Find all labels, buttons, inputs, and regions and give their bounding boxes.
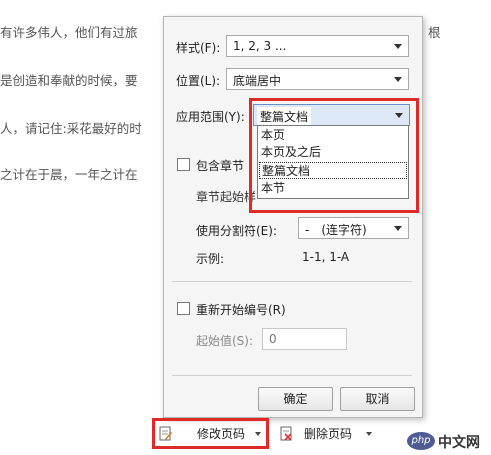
include-chapter-label: 包含章节 (196, 159, 245, 173)
style-value: 1, 2, 3 ... (233, 39, 287, 53)
start-value-text: 0 (269, 332, 277, 346)
style-combo[interactable]: 1, 2, 3 ... (226, 35, 409, 57)
position-value: 底端居中 (233, 74, 282, 88)
doc-line-4: 之计在于晨，一年之计在 (0, 167, 138, 182)
scope-option-this-page[interactable]: 本页 (259, 127, 407, 144)
ok-button[interactable]: 确定 (258, 387, 333, 411)
chevron-down-icon (394, 44, 402, 49)
style-label: 样式(F): (176, 41, 221, 55)
delete-page-number-label: 删除页码 (304, 427, 353, 441)
doc-line-2: 是创造和奉献的时候，要 (0, 73, 138, 88)
modify-page-number-button[interactable]: 修改页码 (155, 422, 267, 446)
chapter-start-label: 章节起始样 (196, 190, 257, 204)
separator-label: 使用分割符(E): (196, 224, 277, 238)
watermark-text: 中文网 (438, 435, 480, 451)
restart-numbering-label: 重新开始编号(R) (196, 303, 286, 317)
scope-option-this-section[interactable]: 本节 (259, 180, 407, 197)
scope-option-this-page-onward[interactable]: 本页及之后 (259, 144, 407, 161)
delete-page-number-button[interactable]: 删除页码 (276, 422, 376, 446)
footer-divider (172, 375, 412, 376)
modify-page-number-label: 修改页码 (197, 427, 246, 441)
start-value-input[interactable]: 0 (262, 328, 347, 350)
scope-value: 整篇文档 (257, 107, 312, 126)
position-combo[interactable]: 底端居中 (226, 68, 409, 90)
chevron-down-icon (394, 226, 402, 231)
php-badge: php (407, 432, 435, 450)
example-value: 1-1, 1-A (302, 250, 350, 264)
scope-dropdown-list: 本页 本页及之后 整篇文档 本节 (257, 125, 409, 199)
doc-right-fragment: 根 (428, 25, 441, 40)
restart-numbering-checkbox[interactable] (177, 302, 190, 315)
dropdown-arrow-icon (366, 432, 372, 436)
position-label: 位置(L): (176, 74, 221, 88)
doc-line-1: 有许多伟人，他们有过旅 (0, 25, 138, 40)
edit-page-icon (159, 426, 172, 441)
example-label: 示例: (196, 252, 225, 266)
chevron-down-icon (395, 113, 403, 118)
start-value-label: 起始值(S): (196, 334, 254, 348)
dropdown-arrow-icon (255, 432, 261, 436)
separator-combo[interactable]: - (连字符) (298, 217, 409, 239)
delete-page-icon (280, 426, 292, 441)
include-chapter-checkbox[interactable] (177, 158, 190, 171)
section-divider (172, 281, 412, 282)
scope-option-whole-document[interactable]: 整篇文档 (259, 162, 407, 179)
chevron-down-icon (394, 77, 402, 82)
scope-label: 应用范围(Y): (176, 110, 245, 124)
doc-line-3: 人，请记住:采花最好的时 (0, 121, 142, 136)
separator-value: - (连字符) (305, 223, 367, 237)
cancel-button[interactable]: 取消 (340, 387, 415, 411)
scope-combo[interactable]: 整篇文档 (253, 104, 410, 126)
